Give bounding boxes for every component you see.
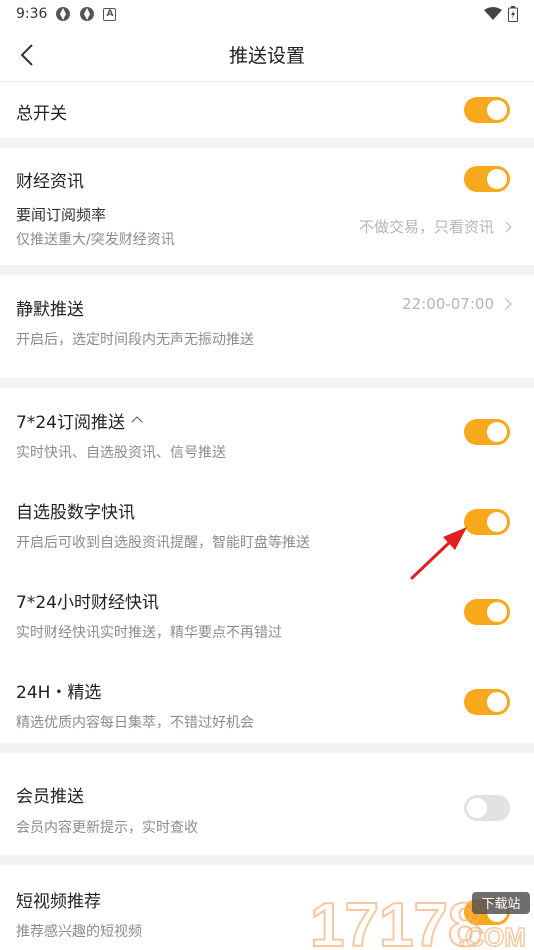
chevron-right-icon <box>500 298 512 310</box>
frequency-value-text: 不做交易，只看资讯 <box>358 218 494 236</box>
subscribe-row-0: 7*24订阅推送 实时快讯、自选股资讯、信号推送 <box>0 388 534 478</box>
daily-picks-toggle[interactable] <box>464 689 510 715</box>
master-section: 总开关 <box>0 82 534 138</box>
stock-alert-title: 自选股数字快讯 <box>16 503 135 523</box>
flash-news-toggle[interactable] <box>464 599 510 625</box>
frequency-title: 要闻订阅频率 <box>16 206 107 224</box>
daily-picks-title: 24H・精选 <box>16 683 102 703</box>
chevron-left-icon <box>20 44 33 66</box>
quiet-section[interactable]: 静默推送 开启后，选定时间段内无声无振动推送 22:00-07:00 <box>0 275 534 378</box>
master-title: 总开关 <box>16 104 67 124</box>
app-notification-icon <box>56 7 71 21</box>
status-time: 9:36 <box>16 6 48 22</box>
member-toggle[interactable] <box>464 795 510 821</box>
subscribe-section: 7*24订阅推送 实时快讯、自选股资讯、信号推送 自选股数字快讯 开启后可收到自… <box>0 388 534 743</box>
video-subtitle: 推荐感兴趣的短视频 <box>16 924 142 940</box>
frequency-value: 不做交易，只看资讯 <box>358 216 512 237</box>
subscribe-title[interactable]: 7*24订阅推送 <box>16 408 143 433</box>
frequency-subtitle: 仅推送重大/突发财经资讯 <box>16 232 175 248</box>
status-bar: 9:36 A <box>0 0 534 28</box>
flash-news-title: 7*24小时财经快讯 <box>16 593 159 613</box>
finance-section: 财经资讯 要闻订阅频率 仅推送重大/突发财经资讯 不做交易，只看资讯 <box>0 148 534 265</box>
chevron-right-icon <box>500 220 512 233</box>
quiet-title: 静默推送 <box>16 300 84 320</box>
flash-news-subtitle: 实时财经快讯实时推送，精华要点不再错过 <box>16 625 282 641</box>
watermark-logo: 17178 .COM 下载站 <box>308 886 534 950</box>
video-title: 短视频推荐 <box>16 892 101 912</box>
app-notification-icon-2 <box>80 7 95 21</box>
watermark-badge: 下载站 <box>481 897 520 912</box>
page-title: 推送设置 <box>228 45 305 67</box>
finance-toggle[interactable] <box>464 166 510 192</box>
finance-title: 财经资讯 <box>16 172 84 192</box>
subscribe-row-3: 24H・精选 精选优质内容每日集萃，不错过好机会 <box>0 658 534 743</box>
member-subtitle: 会员内容更新提示，实时查收 <box>16 820 198 836</box>
quiet-subtitle: 开启后，选定时间段内无声无振动推送 <box>16 332 254 348</box>
watermark-icon: 17178 .COM 下载站 <box>309 890 530 950</box>
back-button[interactable] <box>12 40 42 70</box>
watermark-digits: 17178 <box>310 891 482 950</box>
quiet-time-value: 22:00-07:00 <box>402 295 512 313</box>
subscribe-row-2: 7*24小时财经快讯 实时财经快讯实时推送，精华要点不再错过 <box>0 568 534 658</box>
wifi-icon <box>484 7 502 20</box>
master-toggle[interactable] <box>464 97 510 123</box>
member-title: 会员推送 <box>16 787 84 807</box>
stock-alert-subtitle: 开启后可收到自选股资讯提醒，智能盯盘等推送 <box>16 535 310 551</box>
quiet-time-text: 22:00-07:00 <box>402 295 494 313</box>
member-section: 会员推送 会员内容更新提示，实时查收 <box>0 753 534 855</box>
chevron-up-icon <box>131 416 143 428</box>
stock-alert-toggle[interactable] <box>464 509 510 535</box>
subscribe-row-1: 自选股数字快讯 开启后可收到自选股资讯提醒，智能盯盘等推送 <box>0 478 534 568</box>
battery-icon <box>508 6 518 22</box>
a-notification-icon: A <box>103 7 117 21</box>
page-header: 推送设置 <box>0 28 534 82</box>
subscribe-subtitle: 实时快讯、自选股资讯、信号推送 <box>16 445 226 461</box>
subscribe-title-text: 7*24订阅推送 <box>16 413 125 433</box>
subscribe-toggle[interactable] <box>464 419 510 445</box>
daily-picks-subtitle: 精选优质内容每日集萃，不错过好机会 <box>16 715 254 731</box>
watermark-domain: .COM <box>458 922 526 950</box>
